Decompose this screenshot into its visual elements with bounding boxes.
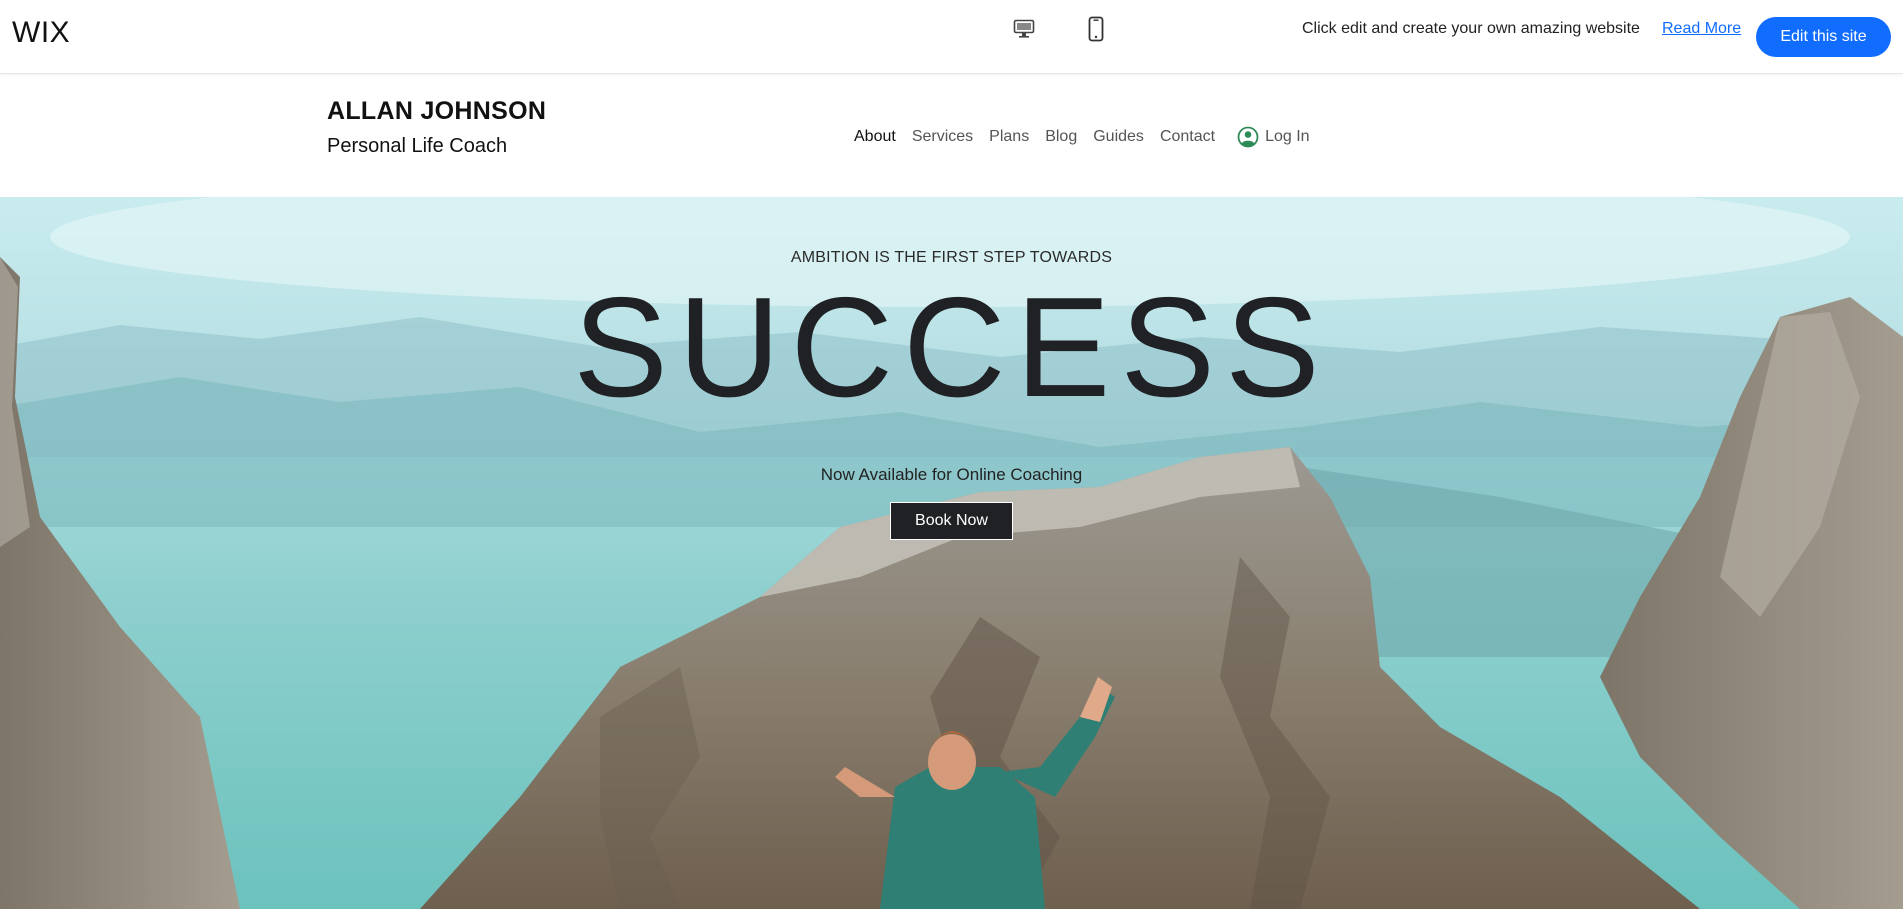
nav-item-plans[interactable]: Plans: [989, 128, 1029, 146]
wix-banner: WIX Click edit and create your own amazi…: [0, 0, 1903, 74]
mobile-icon: [1088, 16, 1104, 42]
nav-item-about[interactable]: About: [854, 128, 896, 146]
nav-item-contact[interactable]: Contact: [1160, 128, 1215, 146]
site-tagline: Personal Life Coach: [327, 135, 508, 157]
hero-subtitle: Now Available for Online Coaching: [820, 465, 1083, 484]
login-label: Log In: [1265, 128, 1310, 145]
user-circle-icon: [1237, 126, 1259, 148]
nav-item-guides[interactable]: Guides: [1093, 128, 1144, 146]
login-button[interactable]: Log In: [1237, 126, 1310, 148]
desktop-view-button[interactable]: [1009, 14, 1039, 44]
hero-section: AMBITION IS THE FIRST STEP TOWARDS SUCCE…: [0, 197, 1903, 909]
promo-text: Click edit and create your own amazing w…: [1302, 20, 1640, 37]
hero-kicker: AMBITION IS THE FIRST STEP TOWARDS: [790, 249, 1113, 266]
nav-item-blog[interactable]: Blog: [1045, 128, 1077, 146]
hero-title: SUCCESS: [573, 268, 1330, 427]
nav-item-services[interactable]: Services: [912, 128, 973, 146]
mobile-view-button[interactable]: [1081, 14, 1111, 44]
read-more-link[interactable]: Read More: [1662, 20, 1741, 38]
site-header: ALLAN JOHNSON Personal Life Coach About …: [0, 75, 1903, 197]
book-now-button[interactable]: Book Now: [890, 502, 1013, 540]
edit-site-button[interactable]: Edit this site: [1756, 17, 1891, 57]
wix-logo[interactable]: WIX: [12, 16, 70, 50]
desktop-icon: [1013, 19, 1035, 38]
site-name[interactable]: ALLAN JOHNSON: [327, 97, 546, 126]
main-nav: About Services Plans Blog Guides Contact…: [854, 126, 1310, 148]
